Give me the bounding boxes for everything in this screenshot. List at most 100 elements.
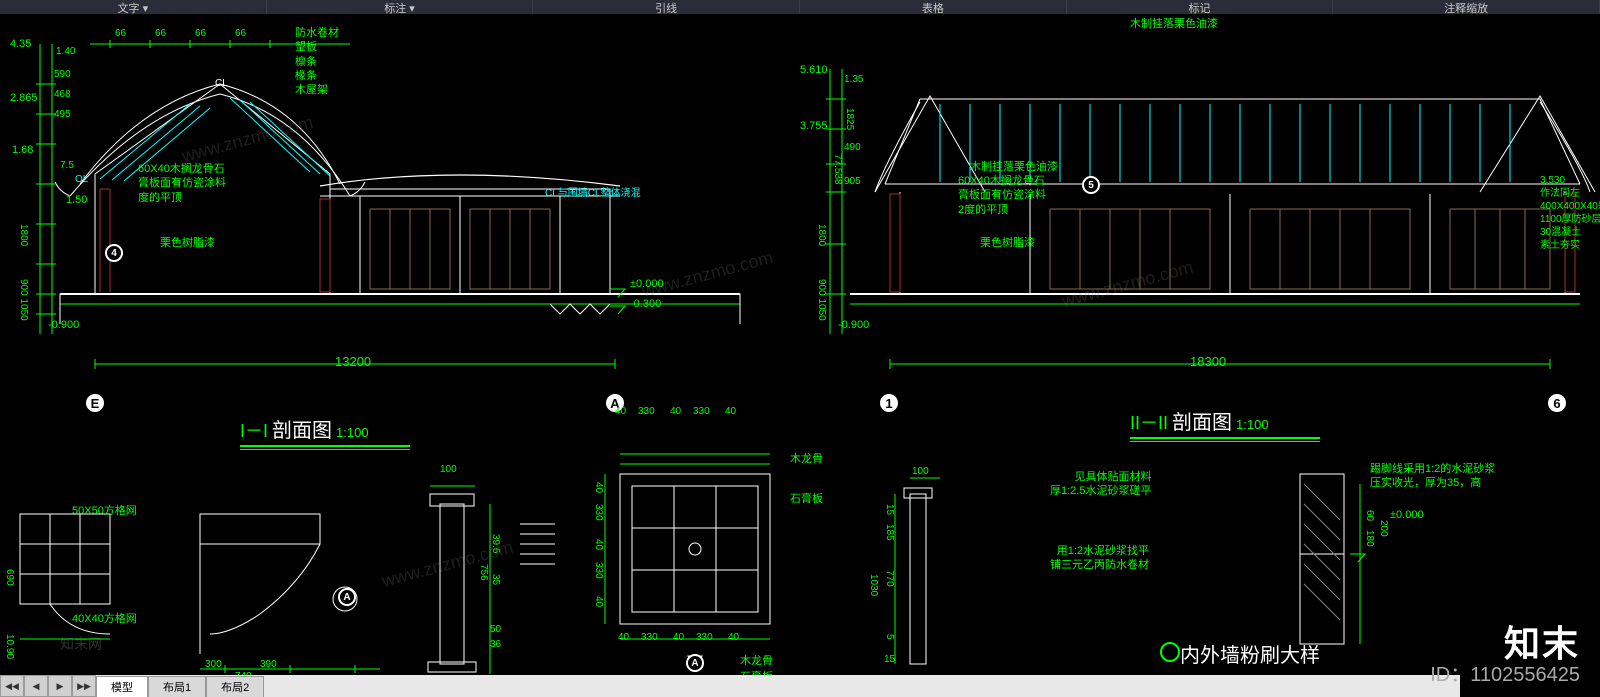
dimension-text: 900 1050 bbox=[816, 279, 827, 321]
dimension-text: 7.5 bbox=[60, 160, 74, 171]
ribbon-group-text: 表格 bbox=[800, 0, 1067, 14]
dimension-text: 390 bbox=[260, 659, 277, 670]
dimension-text: 5 bbox=[884, 634, 895, 640]
note-wall: 60X40木搁龙骨石 膏板面有仿瓷涂料 度的平顶 bbox=[138, 162, 226, 205]
title-wall-detail: 内外墙粉刷大样 bbox=[1180, 639, 1320, 668]
section-2-drawing bbox=[790, 14, 1600, 404]
note: 木制挂落栗色油漆 bbox=[1130, 17, 1218, 31]
ribbon-group-text: 注释缩放 bbox=[1333, 0, 1600, 14]
dimension-text: 40 bbox=[728, 632, 739, 643]
dimension-text: 905 bbox=[844, 176, 861, 187]
dimension-text: 1825 bbox=[844, 108, 855, 130]
title-prefix: I－I bbox=[240, 417, 268, 443]
note: 木制挂落栗色油漆 bbox=[970, 160, 1058, 174]
dimension-text: 330 bbox=[696, 632, 713, 643]
dimension-text: 13200 bbox=[335, 354, 371, 369]
section-origin-icon bbox=[1160, 642, 1180, 662]
dimension-text: 4.35 bbox=[10, 38, 31, 50]
dimension-text: 40 bbox=[725, 406, 736, 417]
note: 见具体贴面材料 厚1:2.5水泥砂浆磋平 bbox=[1050, 470, 1151, 499]
dimension-text: 10.90 bbox=[4, 634, 15, 659]
level-label: ±0.000 bbox=[630, 278, 664, 290]
dimension-text: 60 bbox=[1364, 510, 1375, 521]
dimension-text: 5.610 bbox=[800, 64, 828, 76]
ribbon-group-text: 文字 ▾ bbox=[0, 0, 267, 14]
dimension-text: 50 bbox=[490, 624, 501, 635]
dimension-text: 40 bbox=[593, 539, 604, 550]
note-roof-layers: 防水卷材 望板 檩条 椽条 木屋架 bbox=[295, 26, 339, 97]
note: 3.530 作法同左 400X400X40剁斧石铺面 1100厚防砂层 30混凝… bbox=[1540, 174, 1600, 252]
dimension-text: 490 bbox=[844, 142, 861, 153]
dimension-text: 1.40 bbox=[56, 46, 75, 57]
dimension-text: 2.865 bbox=[10, 92, 38, 104]
dimension-text: 180 bbox=[1364, 530, 1375, 547]
dimension-text: 1.68 bbox=[12, 144, 33, 156]
title-scale: 1:100 bbox=[1236, 417, 1269, 432]
note: 踢脚线采用1:2的水泥砂浆 压实收光，厚为35，高 bbox=[1370, 462, 1495, 491]
dimension-text: 15 bbox=[884, 654, 895, 665]
dimension-text: 330 bbox=[641, 632, 658, 643]
dimension-text: 66 bbox=[115, 28, 126, 39]
note: 60X40木搁龙骨石 膏板面有仿瓷涂料 2度的平顶 bbox=[958, 174, 1046, 217]
dimension-text: 590 bbox=[54, 69, 71, 80]
ribbon-group-text: 引线 bbox=[533, 0, 800, 14]
dimension-text: 39.6 bbox=[490, 534, 501, 553]
dimension-text: 40 bbox=[593, 482, 604, 493]
note: 栗色树脂漆 bbox=[980, 236, 1035, 250]
dimension-text: 1800 bbox=[18, 224, 29, 246]
note-side: CL与围墙CL整体浇混 bbox=[545, 184, 641, 199]
label: OL bbox=[75, 174, 88, 185]
detail-ref: A bbox=[686, 654, 704, 672]
dimension-text: 66 bbox=[155, 28, 166, 39]
note: 用1:2水泥砂浆找平 铺三元乙丙防水卷材 bbox=[1050, 544, 1149, 573]
dimension-text: 40 bbox=[670, 406, 681, 417]
ribbon-group-text: 标注 ▾ bbox=[267, 0, 534, 14]
tab-layout2[interactable]: 布局2 bbox=[206, 676, 264, 697]
dimension-text: 66 bbox=[235, 28, 246, 39]
tab-layout1[interactable]: 布局1 bbox=[148, 676, 206, 697]
dimension-text: 770 bbox=[884, 570, 895, 587]
dimension-text: 100 bbox=[912, 466, 929, 477]
dimension-text: 1800 bbox=[816, 224, 827, 246]
drawing-canvas[interactable]: 4.35 1.40 2.865 590 468 495 1.68 7.5 OL … bbox=[0, 14, 1600, 675]
grid-bubble: 1 bbox=[880, 394, 898, 412]
dimension-text: -0.900 bbox=[838, 319, 869, 331]
tab-nav-next[interactable]: ▶ bbox=[48, 675, 72, 697]
ribbon-group-labels: 文字 ▾ 标注 ▾ 引线 表格 标记 注释缩放 bbox=[0, 0, 1600, 14]
dimension-text: 1.35 bbox=[844, 74, 863, 85]
ceiling-plan-detail bbox=[580, 414, 810, 674]
dimension-text: 3.755 bbox=[800, 120, 828, 132]
label: 石膏板 bbox=[790, 492, 823, 506]
title-text: 剖面图 bbox=[1172, 406, 1232, 435]
title-text: 剖面图 bbox=[272, 414, 332, 443]
dimension-text: 330 bbox=[593, 562, 604, 579]
dimension-text: 40 bbox=[673, 632, 684, 643]
label: 50X50方格网 bbox=[72, 504, 137, 518]
detail-ref: A bbox=[338, 588, 356, 606]
tab-model[interactable]: 模型 bbox=[96, 676, 148, 697]
dimension-text: 1030 bbox=[868, 574, 879, 596]
level-label: ±0.000 bbox=[1390, 509, 1424, 521]
dimension-text: 15 bbox=[884, 504, 895, 515]
section-ref: 5 bbox=[1082, 176, 1100, 194]
dimension-text: 40 bbox=[618, 632, 629, 643]
dimension-text: 900 1050 bbox=[18, 279, 29, 321]
title-prefix: II－II bbox=[1130, 409, 1168, 435]
dimension-text: 330 bbox=[593, 504, 604, 521]
tab-nav-prev[interactable]: ◀ bbox=[24, 675, 48, 697]
tab-nav-last[interactable]: ▶▶ bbox=[72, 675, 96, 697]
dimension-text: 1.50 bbox=[66, 194, 87, 206]
bracket-detail bbox=[180, 484, 400, 684]
title-section-2: II－II 剖面图 1:100 bbox=[1130, 406, 1320, 442]
tab-nav-first[interactable]: ◀◀ bbox=[0, 675, 24, 697]
dimension-text: 200 bbox=[1378, 520, 1389, 537]
dimension-text: 468 bbox=[54, 89, 71, 100]
dimension-text: 18300 bbox=[1190, 354, 1226, 369]
ribbon-group-text: 标记 bbox=[1067, 0, 1334, 14]
dimension-text: 36 bbox=[490, 639, 501, 650]
dimension-text: 40 bbox=[615, 406, 626, 417]
grid-bubble: E bbox=[86, 394, 104, 412]
label: 木龙骨 bbox=[790, 452, 823, 466]
dimension-text: -0.900 bbox=[48, 319, 79, 331]
title-section-1: I－I 剖面图 1:100 bbox=[240, 414, 410, 450]
